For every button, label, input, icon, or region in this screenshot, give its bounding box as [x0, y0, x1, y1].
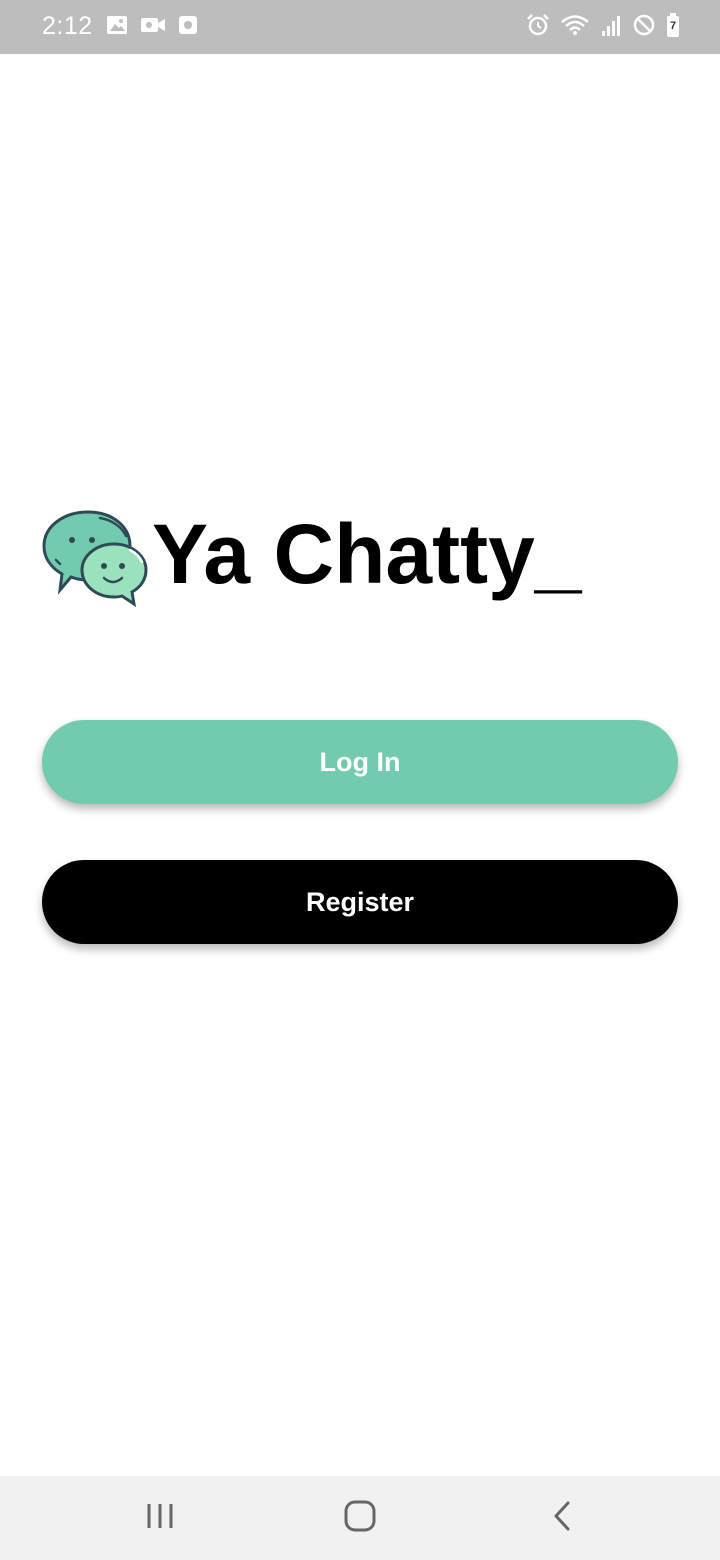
battery-icon: 7 — [666, 12, 680, 43]
battery-level-label: 7 — [669, 19, 677, 32]
alarm-icon — [526, 13, 550, 42]
recents-icon — [145, 1501, 175, 1536]
app-title: Ya Chatty_ — [152, 507, 582, 601]
image-icon — [106, 14, 128, 41]
login-button[interactable]: Log In — [42, 720, 678, 804]
media-icon — [178, 14, 198, 41]
register-button[interactable]: Register — [42, 860, 678, 944]
status-icons-right: 7 — [526, 12, 680, 42]
video-camera-icon — [140, 14, 166, 41]
chat-bubbles-icon — [40, 508, 150, 608]
recents-button[interactable] — [100, 1476, 220, 1560]
status-time: 2:12 — [42, 12, 93, 40]
signal-icon — [600, 13, 622, 42]
status-icons-left — [106, 14, 198, 40]
home-button[interactable] — [300, 1476, 420, 1560]
status-bar: 2:12 7 — [0, 0, 720, 54]
navigation-bar — [0, 1476, 720, 1560]
home-icon — [343, 1499, 377, 1538]
app-header: Ya Chatty_ — [40, 508, 582, 608]
do-not-disturb-icon — [632, 13, 656, 42]
back-icon — [550, 1500, 574, 1537]
back-button[interactable] — [502, 1476, 622, 1560]
wifi-icon — [560, 13, 590, 42]
